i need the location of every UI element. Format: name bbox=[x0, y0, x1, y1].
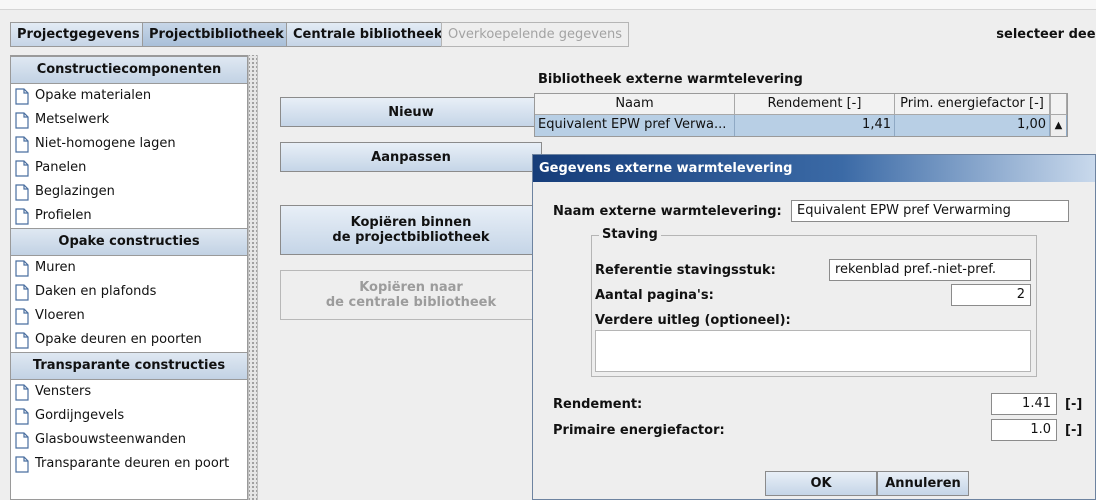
splitter-handle[interactable] bbox=[248, 55, 258, 500]
document-icon bbox=[15, 135, 29, 153]
sidebar-item-label: Transparante deuren en poort bbox=[35, 456, 230, 471]
sidebar-item-daken-en-plafonds[interactable]: Daken en plafonds bbox=[11, 280, 247, 304]
section-header-opake-constructies[interactable]: Opake constructies bbox=[11, 228, 247, 256]
sidebar-item-muren[interactable]: Muren bbox=[11, 256, 247, 280]
column-header-rendement[interactable]: Rendement [-] bbox=[735, 94, 895, 115]
sidebar-item-label: Vloeren bbox=[35, 308, 85, 323]
sidebar-item-niet-homogene-lagen[interactable]: Niet-homogene lagen bbox=[11, 132, 247, 156]
sidebar-item-gordijngevels[interactable]: Gordijngevels bbox=[11, 404, 247, 428]
sidebar-item-label: Niet-homogene lagen bbox=[35, 136, 176, 151]
reference-field[interactable]: rekenblad pref.-niet-pref. bbox=[829, 259, 1031, 281]
document-icon bbox=[15, 431, 29, 449]
sidebar-item-label: Gordijngevels bbox=[35, 408, 125, 423]
name-field[interactable]: Equivalent EPW pref Verwarming bbox=[791, 200, 1069, 222]
tab-projectgegevens[interactable]: Projectgegevens bbox=[10, 22, 147, 47]
column-header-naam[interactable]: Naam bbox=[535, 94, 735, 115]
new-button[interactable]: Nieuw bbox=[280, 97, 542, 127]
sidebar-item-vloeren[interactable]: Vloeren bbox=[11, 304, 247, 328]
window-top-strip bbox=[0, 0, 1096, 10]
staving-group-title: Staving bbox=[599, 227, 661, 242]
pages-field[interactable]: 2 bbox=[951, 284, 1031, 306]
main-tab-bar: Projectgegevens Projectbibliotheek Centr… bbox=[0, 20, 1096, 49]
document-icon bbox=[15, 183, 29, 201]
reference-label: Referentie stavingsstuk: bbox=[595, 263, 776, 278]
sidebar-item-label: Profielen bbox=[35, 208, 92, 223]
document-icon bbox=[15, 331, 29, 349]
rendement-unit: [-] bbox=[1065, 397, 1083, 412]
sidebar-item-metselwerk[interactable]: Metselwerk bbox=[11, 108, 247, 132]
sidebar-item-label: Daken en plafonds bbox=[35, 284, 157, 299]
tab-overkoepelende-gegevens: Overkoepelende gegevens bbox=[441, 22, 629, 47]
document-icon bbox=[15, 455, 29, 473]
external-heat-supply-dialog: Gegevens externe warmtelevering Naam ext… bbox=[532, 154, 1096, 500]
edit-button[interactable]: Aanpassen bbox=[280, 142, 542, 172]
document-icon bbox=[15, 383, 29, 401]
sidebar-item-opake-deuren-en-poorten[interactable]: Opake deuren en poorten bbox=[11, 328, 247, 352]
document-icon bbox=[15, 111, 29, 129]
energy-factor-label: Primaire energiefactor: bbox=[553, 423, 725, 438]
sidebar-item-profielen[interactable]: Profielen bbox=[11, 204, 247, 228]
sidebar-item-label: Vensters bbox=[35, 384, 92, 399]
name-label: Naam externe warmtelevering: bbox=[553, 204, 782, 219]
sidebar-item-panelen[interactable]: Panelen bbox=[11, 156, 247, 180]
scroll-up-arrow-icon[interactable]: ▲ bbox=[1050, 115, 1067, 136]
sidebar-item-label: Muren bbox=[35, 260, 76, 275]
document-icon bbox=[15, 407, 29, 425]
energy-factor-unit: [-] bbox=[1065, 423, 1083, 438]
table-header: Naam Rendement [-] Prim. energiefactor [… bbox=[535, 94, 1067, 115]
rendement-field[interactable]: 1.41 bbox=[991, 393, 1057, 415]
rendement-label: Rendement: bbox=[553, 397, 643, 412]
section-header-constructiecomponenten[interactable]: Constructiecomponenten bbox=[11, 56, 247, 84]
sidebar-item-label: Opake deuren en poorten bbox=[35, 332, 202, 347]
document-icon bbox=[15, 87, 29, 105]
column-header-factor[interactable]: Prim. energiefactor [-] bbox=[895, 94, 1050, 115]
ok-button[interactable]: OK bbox=[765, 471, 877, 496]
select-part-label: selecteer deel bbox=[996, 27, 1096, 42]
sidebar-item-label: Glasbouwsteenwanden bbox=[35, 432, 186, 447]
library-title: Bibliotheek externe warmtelevering bbox=[538, 72, 803, 87]
sidebar-item-transparante-deuren[interactable]: Transparante deuren en poort bbox=[11, 452, 247, 476]
section-header-transparante-constructies[interactable]: Transparante constructies bbox=[11, 352, 247, 380]
sidebar-item-label: Panelen bbox=[35, 160, 87, 175]
component-navigation: Constructiecomponenten Opake materialen … bbox=[10, 55, 248, 500]
table-row[interactable]: Equivalent EPW pref Verwa... 1,41 1,00 ▲ bbox=[535, 115, 1067, 136]
sidebar-item-label: Beglazingen bbox=[35, 184, 115, 199]
cell-name: Equivalent EPW pref Verwa... bbox=[535, 115, 735, 136]
cell-factor: 1,00 bbox=[895, 115, 1050, 136]
document-icon bbox=[15, 159, 29, 177]
tab-centrale-bibliotheek[interactable]: Centrale bibliotheek bbox=[286, 22, 450, 47]
sidebar-item-opake-materialen[interactable]: Opake materialen bbox=[11, 84, 247, 108]
pages-label: Aantal pagina's: bbox=[595, 288, 714, 303]
cell-rendement: 1,41 bbox=[735, 115, 895, 136]
sidebar-item-vensters[interactable]: Vensters bbox=[11, 380, 247, 404]
document-icon bbox=[15, 259, 29, 277]
sidebar-item-glasbouwsteenwanden[interactable]: Glasbouwsteenwanden bbox=[11, 428, 247, 452]
copy-to-central-button: Kopiëren naar de centrale bibliotheek bbox=[280, 270, 542, 320]
extra-explanation-textarea[interactable] bbox=[595, 330, 1031, 372]
dialog-title[interactable]: Gegevens externe warmtelevering bbox=[533, 155, 1095, 182]
energy-factor-field[interactable]: 1.0 bbox=[991, 419, 1057, 441]
sidebar-item-label: Metselwerk bbox=[35, 112, 110, 127]
extra-explanation-label: Verdere uitleg (optioneel): bbox=[595, 313, 791, 328]
document-icon bbox=[15, 207, 29, 225]
library-table: Naam Rendement [-] Prim. energiefactor [… bbox=[534, 93, 1068, 137]
copy-within-project-button[interactable]: Kopiëren binnen de projectbibliotheek bbox=[280, 205, 542, 255]
document-icon bbox=[15, 307, 29, 325]
sidebar-item-label: Opake materialen bbox=[35, 88, 152, 103]
document-icon bbox=[15, 283, 29, 301]
cancel-button[interactable]: Annuleren bbox=[877, 471, 969, 496]
scrollbar-header-corner bbox=[1050, 94, 1067, 115]
sidebar-item-beglazingen[interactable]: Beglazingen bbox=[11, 180, 247, 204]
tab-projectbibliotheek[interactable]: Projectbibliotheek bbox=[142, 22, 291, 47]
